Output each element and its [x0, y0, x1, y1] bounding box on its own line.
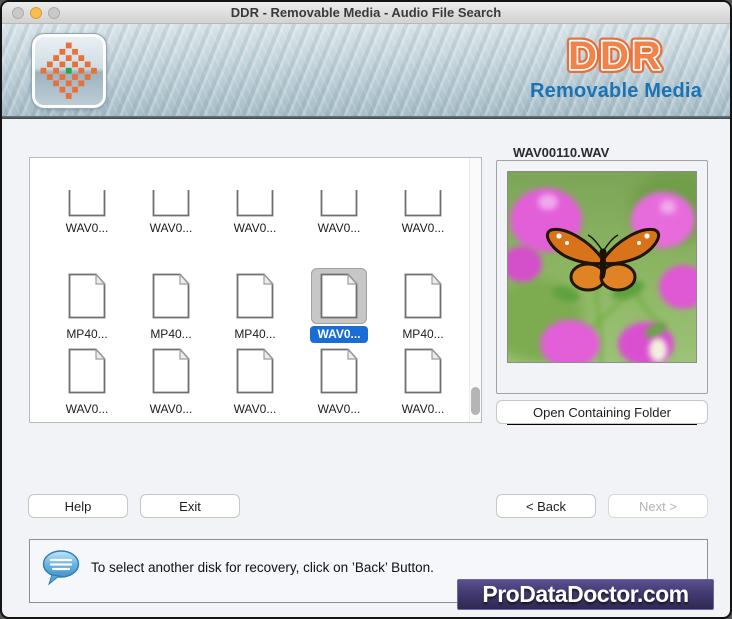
file-label: MP40...: [402, 327, 444, 341]
file-icon: [311, 190, 367, 218]
file-item[interactable]: MP40...: [213, 268, 297, 343]
file-item[interactable]: WAV0...: [213, 190, 297, 237]
document-icon: [152, 347, 190, 394]
scrollbar-thumb[interactable]: [471, 387, 480, 415]
exit-button[interactable]: Exit: [140, 494, 240, 518]
file-icon: [59, 268, 115, 324]
butterfly-photo: [508, 172, 696, 362]
brand-block: DDR DDR Removable Media: [516, 30, 716, 103]
file-icon: [311, 268, 367, 324]
file-label: WAV0...: [65, 221, 109, 235]
app-logo-icon: [31, 33, 107, 109]
file-item[interactable]: WAV0...: [45, 343, 129, 418]
help-button[interactable]: Help: [28, 494, 128, 518]
file-label: MP40...: [66, 327, 108, 341]
document-icon: [320, 190, 358, 217]
document-icon: [152, 272, 190, 319]
file-icon: [227, 190, 283, 218]
file-grid: WAV0... WAV0... WAV0... WAV0... WAV0... …: [29, 157, 482, 423]
header-banner: DDR DDR Removable Media: [2, 24, 730, 116]
file-item[interactable]: WAV0...: [381, 343, 465, 418]
file-icon: [143, 268, 199, 324]
file-icon: [395, 343, 451, 399]
file-label: WAV0...: [317, 402, 361, 416]
file-grid-row: WAV0... WAV0... WAV0... WAV0... WAV0...: [45, 190, 481, 237]
file-label: WAV0...: [401, 221, 445, 235]
file-item[interactable]: WAV0...: [297, 343, 381, 418]
file-item[interactable]: WAV0...: [129, 190, 213, 237]
branding-banner: ProDataDoctor.com: [457, 579, 714, 610]
file-icon: [143, 343, 199, 399]
file-item[interactable]: WAV0...: [129, 343, 213, 418]
title-bar: DDR - Removable Media - Audio File Searc…: [2, 2, 730, 24]
next-button[interactable]: Next >: [608, 494, 708, 518]
footer-message: To select another disk for recovery, cli…: [91, 560, 434, 575]
open-containing-folder-button[interactable]: Open Containing Folder: [496, 400, 708, 424]
file-item[interactable]: MP40...: [129, 268, 213, 343]
vertical-scrollbar[interactable]: [469, 158, 481, 422]
document-icon: [404, 190, 442, 217]
main-content: WAV0... WAV0... WAV0... WAV0... WAV0... …: [2, 119, 730, 617]
file-icon: [143, 190, 199, 218]
file-icon: [395, 268, 451, 324]
brand-subtitle: Removable Media: [530, 80, 702, 102]
preview-filename: WAV00110.WAV: [508, 145, 615, 160]
file-icon: [395, 190, 451, 218]
document-icon: [236, 272, 274, 319]
file-item[interactable]: MP40...: [45, 268, 129, 343]
brand-text: DDR: [568, 34, 664, 78]
document-icon: [68, 190, 106, 217]
document-icon: [404, 272, 442, 319]
file-item[interactable]: WAV0...: [381, 190, 465, 237]
file-label: WAV0...: [233, 402, 277, 416]
back-button[interactable]: < Back: [496, 494, 596, 518]
file-grid-row: MP40... MP40... MP40... WAV0... MP40...: [45, 268, 481, 343]
file-item[interactable]: WAV0...: [297, 190, 381, 237]
speech-bubble-icon: [42, 550, 80, 586]
brand-logo: DDR DDR: [564, 30, 665, 80]
app-window: DDR - Removable Media - Audio File Searc…: [0, 0, 732, 619]
document-icon: [236, 347, 274, 394]
file-icon: [59, 190, 115, 218]
file-label: WAV0...: [401, 402, 445, 416]
file-item[interactable]: WAV0...: [45, 190, 129, 237]
document-icon: [404, 347, 442, 394]
file-icon: [311, 343, 367, 399]
file-icon: [59, 343, 115, 399]
file-grid-row: WAV0... WAV0... WAV0... WAV0... WAV0...: [45, 343, 481, 418]
document-icon: [68, 347, 106, 394]
file-item[interactable]: WAV0...: [297, 268, 381, 343]
branding-site: ProDataDoctor.com: [482, 581, 689, 607]
file-label: WAV0...: [317, 221, 361, 235]
document-icon: [152, 190, 190, 217]
file-label: WAV0...: [233, 221, 277, 235]
file-label: WAV0...: [310, 326, 368, 343]
file-label: WAV0...: [149, 402, 193, 416]
file-item[interactable]: WAV0...: [213, 343, 297, 418]
document-icon: [320, 347, 358, 394]
preview-panel: [496, 160, 708, 425]
file-label: MP40...: [150, 327, 192, 341]
file-label: WAV0...: [149, 221, 193, 235]
document-icon: [68, 272, 106, 319]
file-label: MP40...: [234, 327, 276, 341]
preview-image: [507, 171, 697, 363]
file-item[interactable]: MP40...: [381, 268, 465, 343]
file-label: WAV0...: [65, 402, 109, 416]
file-icon: [227, 268, 283, 324]
document-icon: [236, 190, 274, 217]
file-icon: [227, 343, 283, 399]
window-title: DDR - Removable Media - Audio File Searc…: [230, 5, 502, 20]
document-icon: [320, 272, 358, 319]
